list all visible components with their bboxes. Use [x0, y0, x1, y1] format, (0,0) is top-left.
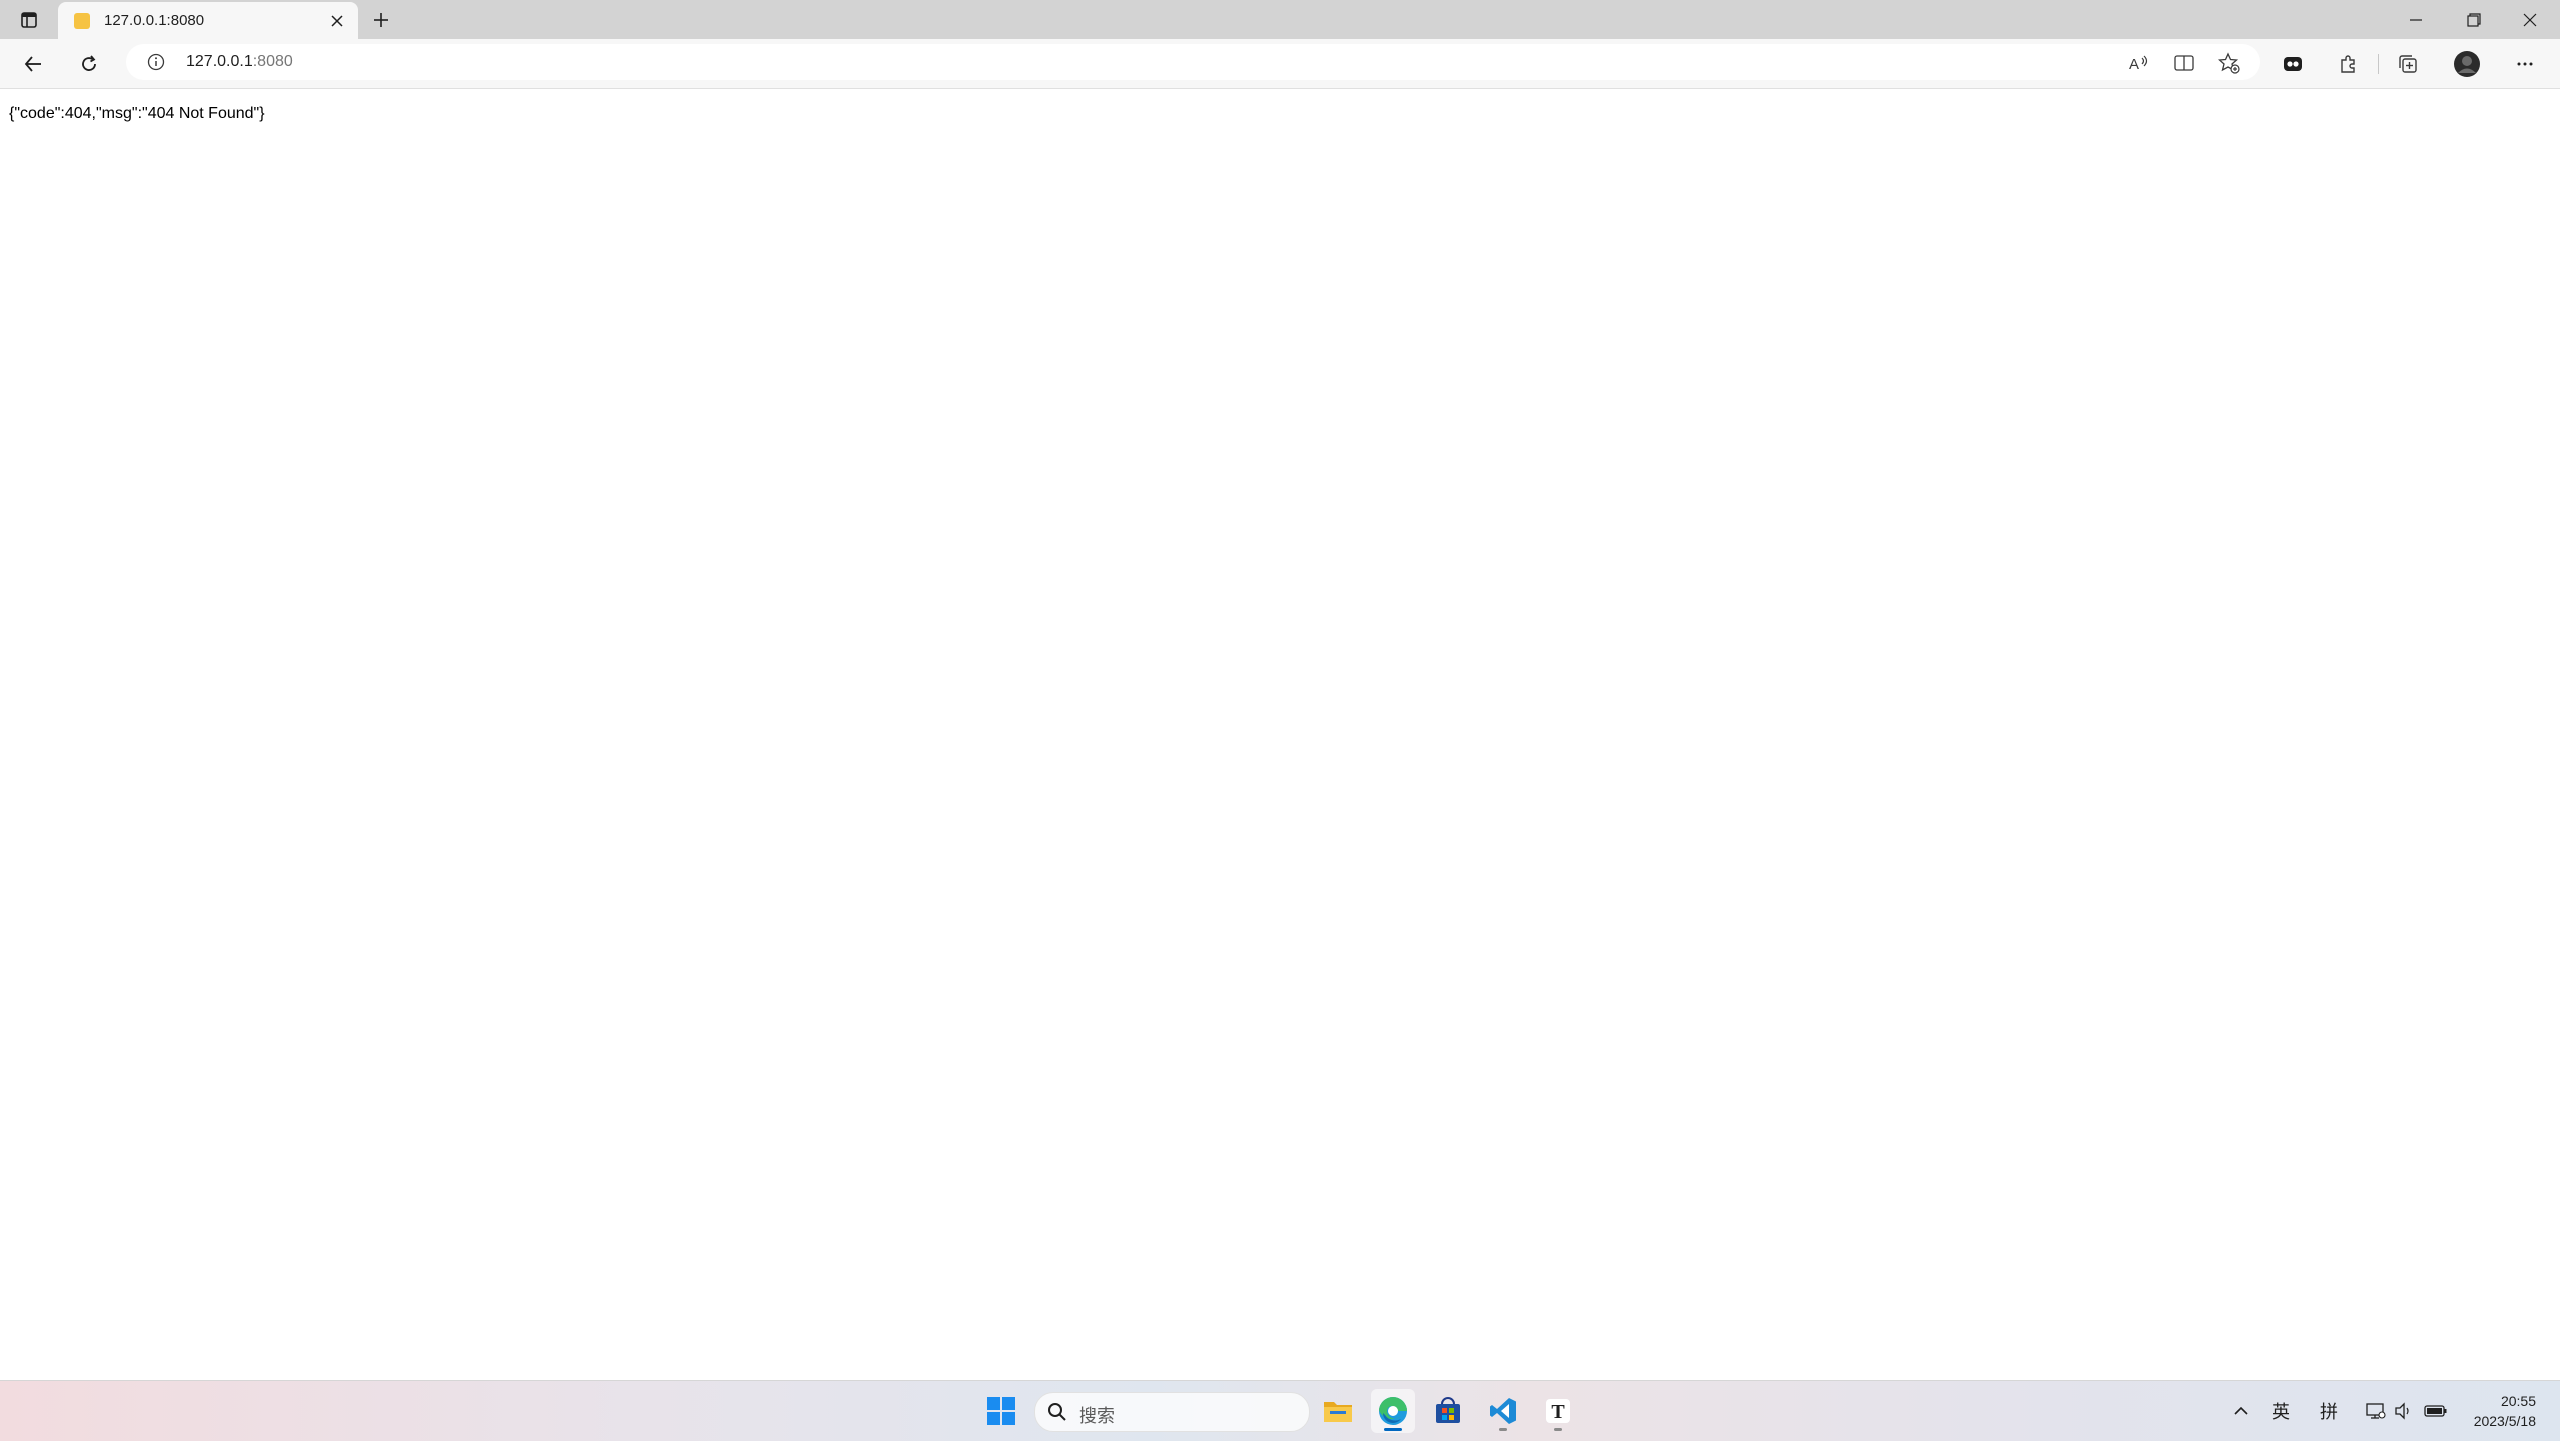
- clock-date: 2023/5/18: [2473, 1413, 2536, 1429]
- read-aloud-icon[interactable]: A: [2126, 50, 2152, 76]
- browser-window: 127.0.0.1:8080 127.0.0.1:8080 A {"code":…: [0, 0, 2560, 1380]
- back-button[interactable]: [16, 47, 50, 81]
- microsoft-store-icon[interactable]: [1426, 1389, 1470, 1433]
- running-indicator: [1554, 1428, 1562, 1431]
- extension-icon[interactable]: [2276, 47, 2310, 81]
- network-icon[interactable]: [2364, 1397, 2388, 1425]
- site-info-icon[interactable]: [146, 52, 166, 72]
- tab-title: 127.0.0.1:8080: [104, 12, 205, 29]
- add-favorite-icon[interactable]: [2216, 50, 2242, 76]
- minimize-button[interactable]: [2388, 0, 2444, 39]
- refresh-button[interactable]: [72, 47, 106, 81]
- new-tab-button[interactable]: [366, 6, 396, 34]
- extensions-puzzle-icon[interactable]: [2331, 47, 2365, 81]
- taskbar-clock[interactable]: 20:55 2023/5/18: [2474, 1391, 2536, 1431]
- page-content: {"code":404,"msg":"404 Not Found"}: [0, 89, 2560, 1380]
- windows-start-icon[interactable]: [979, 1389, 1023, 1433]
- url-port: :8080: [252, 53, 293, 70]
- url-host: 127.0.0.1: [186, 53, 253, 70]
- search-icon: [1047, 1402, 1067, 1422]
- split-screen-icon[interactable]: [2171, 50, 2197, 76]
- typora-icon[interactable]: T: [1536, 1389, 1580, 1433]
- more-options-icon[interactable]: [2508, 47, 2542, 81]
- tab-strip: 127.0.0.1:8080: [0, 0, 2560, 39]
- running-indicator: [1499, 1428, 1507, 1431]
- tab-actions-icon[interactable]: [14, 7, 44, 33]
- toolbar-divider: [2378, 54, 2379, 74]
- taskbar: 搜索 T 英 拼 20:55 2023/5/18: [0, 1380, 2560, 1441]
- search-placeholder: 搜索: [1079, 1406, 1115, 1426]
- svg-text:T: T: [1551, 1401, 1565, 1423]
- taskbar-search-input[interactable]: 搜索: [1034, 1392, 1310, 1432]
- show-hidden-icons-chevron-icon[interactable]: [2230, 1397, 2252, 1425]
- restore-button[interactable]: [2446, 0, 2502, 39]
- close-window-button[interactable]: [2502, 0, 2558, 39]
- vscode-icon[interactable]: [1481, 1389, 1525, 1433]
- json-response-text: {"code":404,"msg":"404 Not Found"}: [9, 105, 265, 122]
- active-tab[interactable]: 127.0.0.1:8080: [58, 2, 358, 39]
- address-bar[interactable]: 127.0.0.1:8080 A: [126, 44, 2260, 80]
- url-text[interactable]: 127.0.0.1:8080: [186, 53, 293, 71]
- tab-favicon-icon: [74, 13, 90, 29]
- ime-mode-indicator[interactable]: 拼: [2316, 1397, 2342, 1425]
- input-language-indicator[interactable]: 英: [2268, 1397, 2294, 1425]
- collections-icon[interactable]: [2391, 47, 2425, 81]
- profile-avatar[interactable]: [2450, 47, 2484, 81]
- edge-taskbar-icon[interactable]: [1371, 1389, 1415, 1433]
- close-tab-icon[interactable]: [326, 10, 348, 32]
- file-explorer-icon[interactable]: [1316, 1389, 1360, 1433]
- active-indicator: [1384, 1428, 1402, 1431]
- svg-text:A: A: [2129, 56, 2139, 73]
- volume-icon[interactable]: [2392, 1397, 2416, 1425]
- browser-toolbar: 127.0.0.1:8080 A: [0, 39, 2560, 89]
- clock-time: 20:55: [2500, 1393, 2536, 1409]
- battery-icon[interactable]: [2422, 1397, 2450, 1425]
